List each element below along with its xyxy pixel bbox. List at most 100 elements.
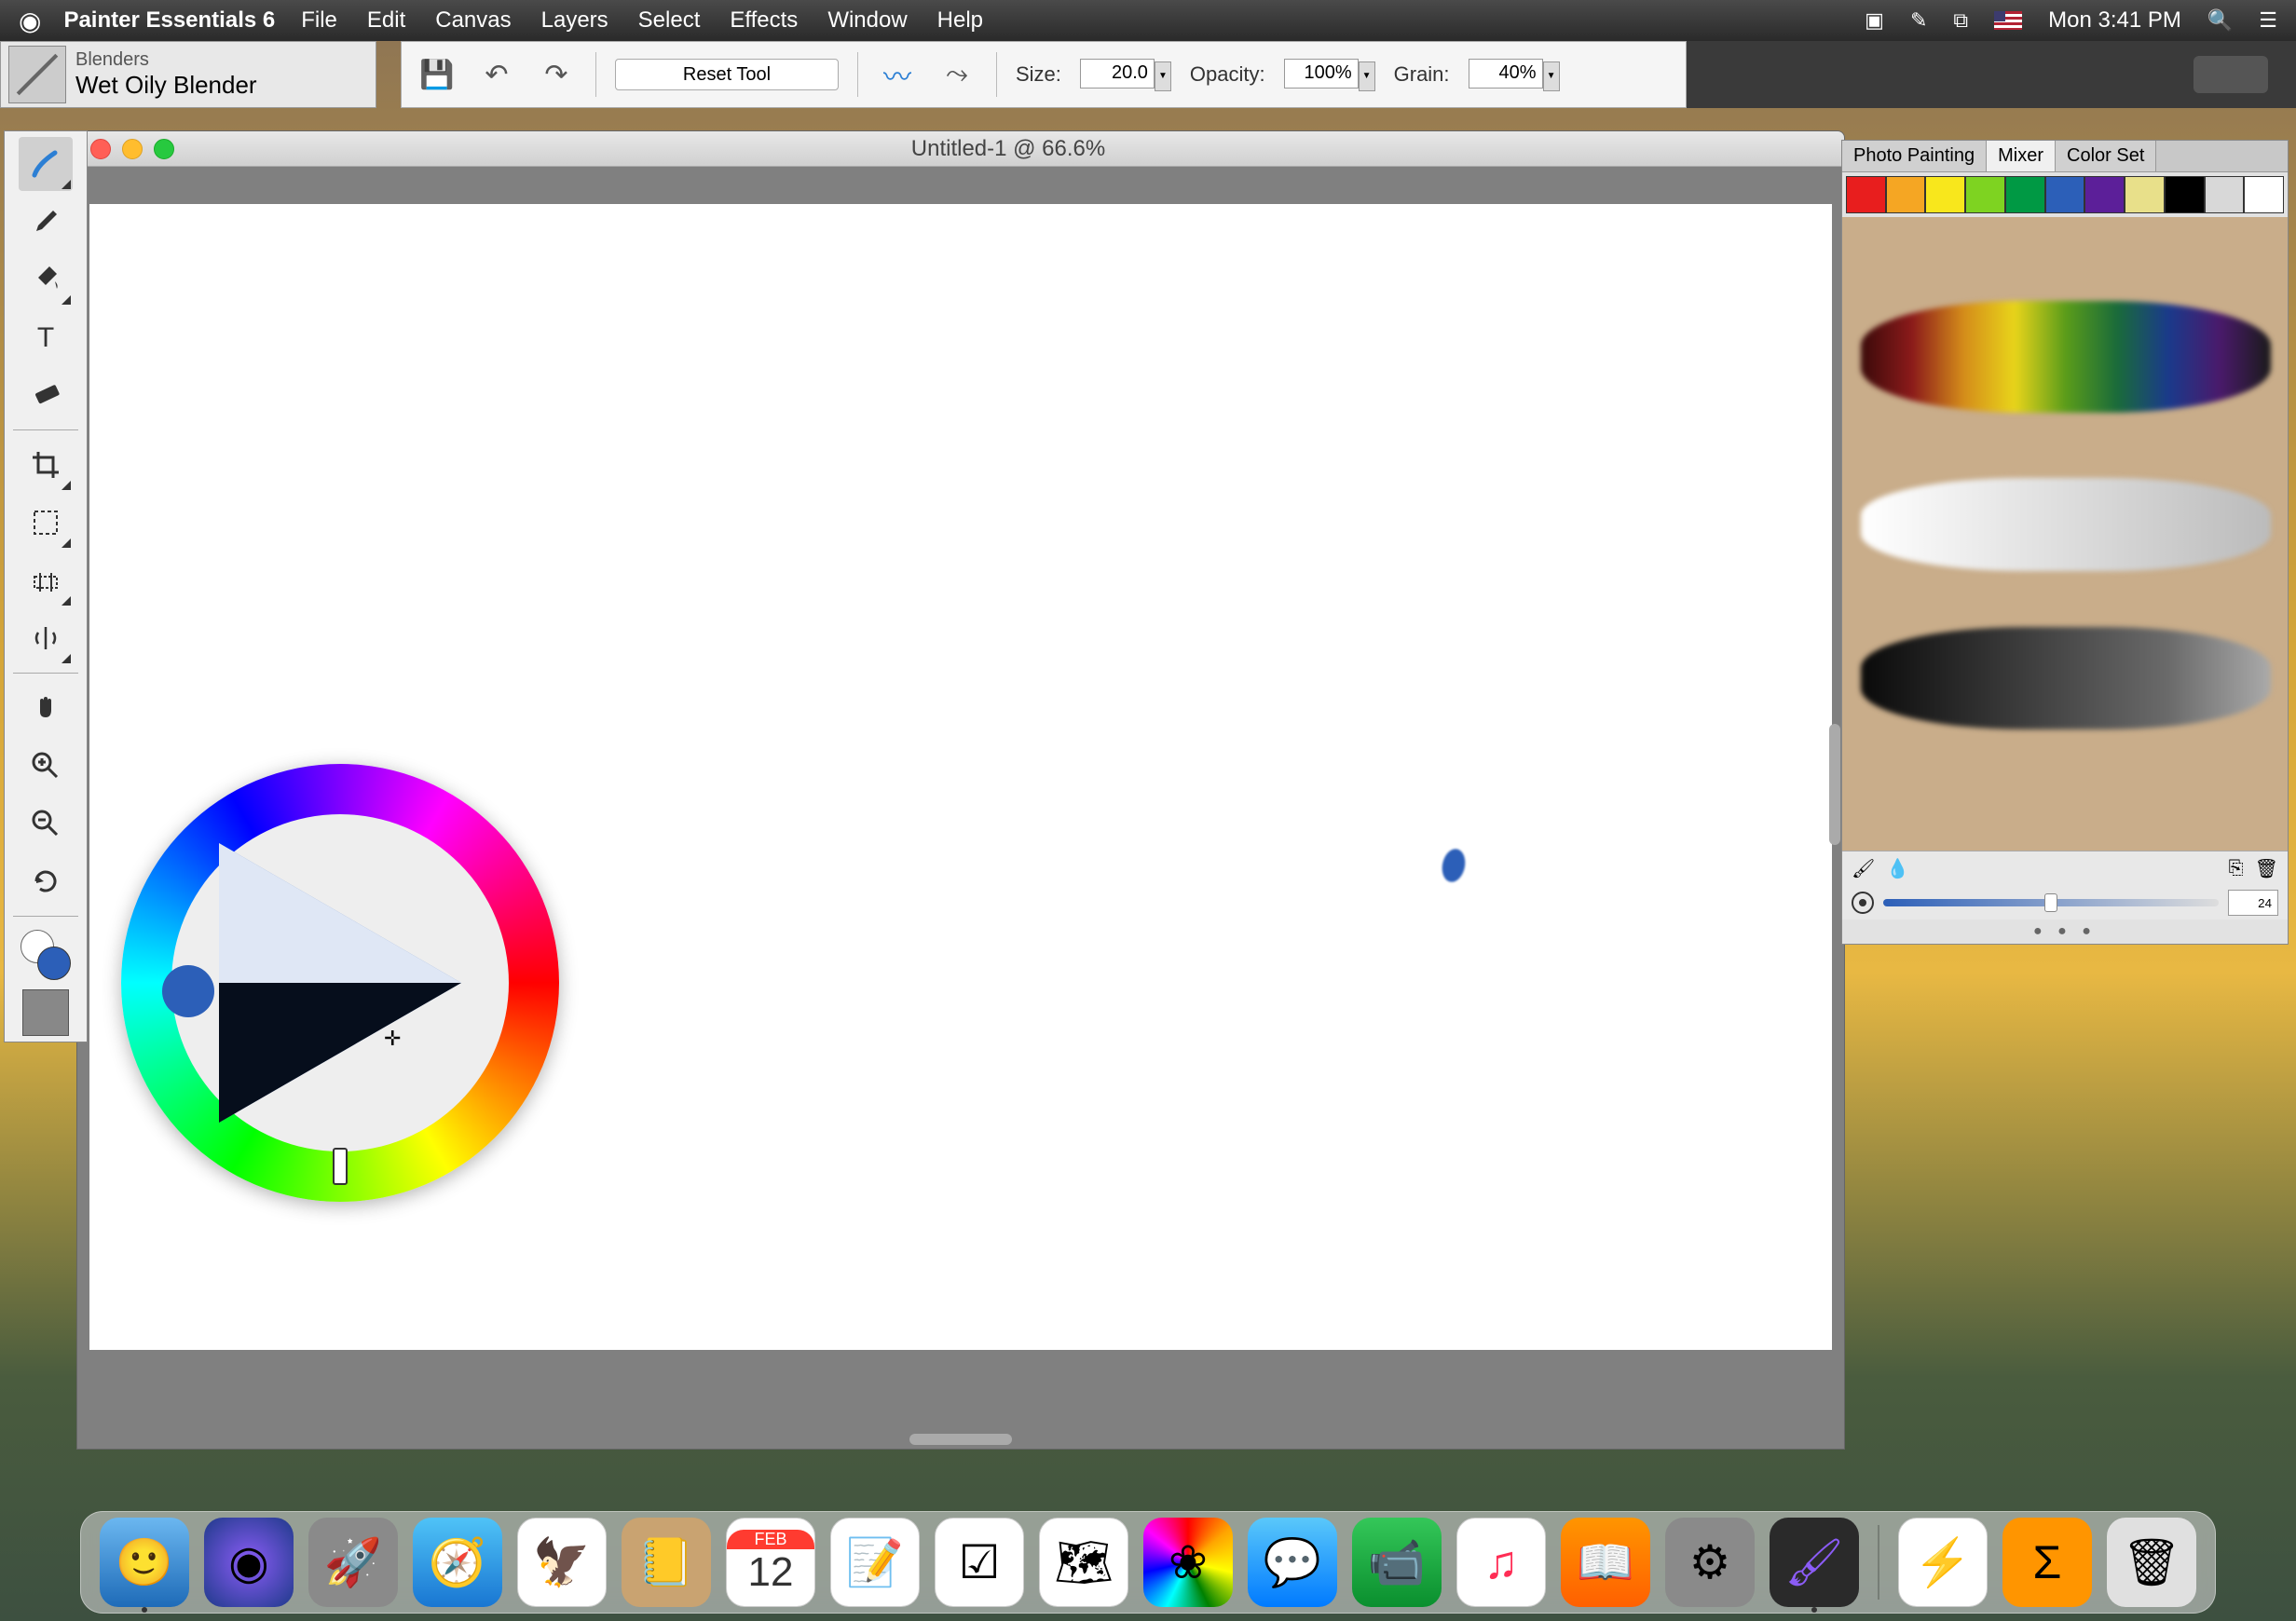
dock-itunes[interactable]: ♫ xyxy=(1456,1518,1546,1607)
eraser-tool[interactable] xyxy=(19,368,73,422)
brush-tool[interactable] xyxy=(19,137,73,191)
swatch-tan[interactable] xyxy=(2125,176,2165,213)
bucket-tool[interactable] xyxy=(19,252,73,306)
dock-launchpad[interactable]: 🚀 xyxy=(308,1518,398,1607)
menu-file[interactable]: File xyxy=(301,7,337,34)
tablet-icon[interactable]: ✎ xyxy=(1910,8,1927,33)
menu-window[interactable]: Window xyxy=(827,7,907,34)
dock-photos[interactable]: ❀ xyxy=(1143,1518,1233,1607)
menu-canvas[interactable]: Canvas xyxy=(435,7,511,34)
tab-color-set[interactable]: Color Set xyxy=(2056,141,2156,171)
mixer-pad[interactable] xyxy=(1842,217,2288,851)
tab-mixer[interactable]: Mixer xyxy=(1987,141,2056,171)
swatch-black[interactable] xyxy=(2165,176,2205,213)
primary-color-swatch[interactable] xyxy=(37,947,71,980)
menu-layers[interactable]: Layers xyxy=(541,7,608,34)
screens-icon[interactable]: ⧉ xyxy=(1953,8,1968,33)
dock-messages[interactable]: 💬 xyxy=(1248,1518,1337,1607)
apple-menu-icon[interactable]: ◉ xyxy=(19,6,41,36)
dropper-tool[interactable] xyxy=(19,195,73,249)
reset-tool-button[interactable]: Reset Tool xyxy=(615,59,839,90)
panel-grip-icon[interactable]: ● ● ● xyxy=(1842,919,2288,944)
text-tool[interactable]: T xyxy=(19,310,73,364)
size-input[interactable] xyxy=(1080,59,1155,89)
selection-adjust-tool[interactable] xyxy=(19,553,73,607)
grain-dropdown-icon[interactable]: ▼ xyxy=(1543,61,1560,91)
dock-reminders[interactable]: ☑ xyxy=(935,1518,1024,1607)
dock-contacts[interactable]: 📒 xyxy=(622,1518,711,1607)
dock-maps[interactable]: 🗺 xyxy=(1039,1518,1128,1607)
dock-ibooks[interactable]: 📖 xyxy=(1561,1518,1650,1607)
mixer-dropper-icon[interactable]: 💧 xyxy=(1886,857,1909,880)
mixer-size-slider[interactable] xyxy=(1883,899,2219,906)
saturation-value-triangle[interactable] xyxy=(219,843,461,1123)
swatch-orange[interactable] xyxy=(1886,176,1926,213)
opacity-dropdown-icon[interactable]: ▼ xyxy=(1359,61,1375,91)
save-icon[interactable]: 💾 xyxy=(417,54,458,95)
dock-notes[interactable]: 📝 xyxy=(830,1518,920,1607)
redo-icon[interactable]: ↷ xyxy=(536,54,577,95)
app-name[interactable]: Painter Essentials 6 xyxy=(63,7,275,34)
menu-help[interactable]: Help xyxy=(937,7,983,34)
dock-app2[interactable]: Σ xyxy=(2002,1518,2092,1607)
dock-preferences[interactable]: ⚙ xyxy=(1665,1518,1755,1607)
dock-safari[interactable]: 🧭 xyxy=(413,1518,502,1607)
color-picker-crosshair[interactable]: ✛ xyxy=(384,1027,401,1051)
swatch-lime[interactable] xyxy=(1965,176,2005,213)
spotlight-icon[interactable]: 🔍 xyxy=(2207,8,2233,33)
swatch-yellow[interactable] xyxy=(1925,176,1965,213)
swatch-green[interactable] xyxy=(2005,176,2045,213)
menu-edit[interactable]: Edit xyxy=(367,7,405,34)
slider-thumb[interactable] xyxy=(2044,893,2057,912)
swatch-red[interactable] xyxy=(1846,176,1886,213)
zoom-in-tool[interactable] xyxy=(19,739,73,793)
crop-tool[interactable] xyxy=(19,438,73,492)
display-icon[interactable]: ▣ xyxy=(1865,8,1884,33)
swatch-gray[interactable] xyxy=(2205,176,2245,213)
hand-tool[interactable] xyxy=(19,681,73,735)
horizontal-scrollbar[interactable] xyxy=(909,1434,1012,1445)
dock-trash[interactable]: 🗑 xyxy=(2107,1518,2196,1607)
brush-selector[interactable]: Blenders Wet Oily Blender xyxy=(0,41,376,108)
document-titlebar[interactable]: Untitled-1 @ 66.6% xyxy=(77,131,1844,167)
close-button[interactable] xyxy=(90,139,111,159)
opacity-input[interactable] xyxy=(1284,59,1359,89)
dock-facetime[interactable]: 📹 xyxy=(1352,1518,1442,1607)
paper-texture-swatch[interactable] xyxy=(22,989,69,1036)
color-swatches[interactable] xyxy=(19,928,73,982)
mixer-trash-icon[interactable]: 🗑 xyxy=(2255,857,2278,880)
toolbar-extension-button[interactable] xyxy=(2194,56,2268,93)
grain-input[interactable] xyxy=(1469,59,1543,89)
dock-painter[interactable]: 🖌 xyxy=(1770,1518,1859,1607)
mixer-size-input[interactable] xyxy=(2228,890,2278,916)
clock[interactable]: Mon 3:41 PM xyxy=(2048,7,2181,34)
menu-list-icon[interactable]: ☰ xyxy=(2259,8,2277,33)
dock-calendar[interactable]: FEB12 xyxy=(726,1518,815,1607)
dock-siri[interactable]: ◉ xyxy=(204,1518,294,1607)
dock-finder[interactable]: 🙂 xyxy=(100,1518,189,1607)
hue-indicator[interactable] xyxy=(333,1148,348,1185)
straight-stroke-icon[interactable]: ⤳ xyxy=(936,54,977,95)
dock-app1[interactable]: ⚡ xyxy=(1898,1518,1988,1607)
hue-ring[interactable]: ✛ xyxy=(121,764,559,1202)
size-dropdown-icon[interactable]: ▼ xyxy=(1155,61,1171,91)
marquee-tool[interactable] xyxy=(19,496,73,550)
swatch-blue[interactable] xyxy=(2045,176,2085,213)
swatch-purple[interactable] xyxy=(2084,176,2125,213)
mixer-brush-icon[interactable]: 🖌 xyxy=(1852,857,1875,880)
freehand-stroke-icon[interactable]: 〰 xyxy=(877,54,918,95)
input-source-flag-icon[interactable] xyxy=(1994,11,2022,30)
minimize-button[interactable] xyxy=(122,139,143,159)
rotate-tool[interactable] xyxy=(19,854,73,908)
undo-icon[interactable]: ↶ xyxy=(476,54,517,95)
symmetry-tool[interactable] xyxy=(19,611,73,665)
tab-photo-painting[interactable]: Photo Painting xyxy=(1842,141,1987,171)
swatch-white[interactable] xyxy=(2244,176,2284,213)
menu-select[interactable]: Select xyxy=(638,7,701,34)
maximize-button[interactable] xyxy=(154,139,174,159)
dock-mail[interactable]: 🦅 xyxy=(517,1518,607,1607)
zoom-out-tool[interactable] xyxy=(19,797,73,851)
target-icon[interactable] xyxy=(1852,892,1874,914)
vertical-scrollbar[interactable] xyxy=(1829,724,1840,845)
mixer-clear-icon[interactable]: ⎘ xyxy=(2229,858,2244,879)
